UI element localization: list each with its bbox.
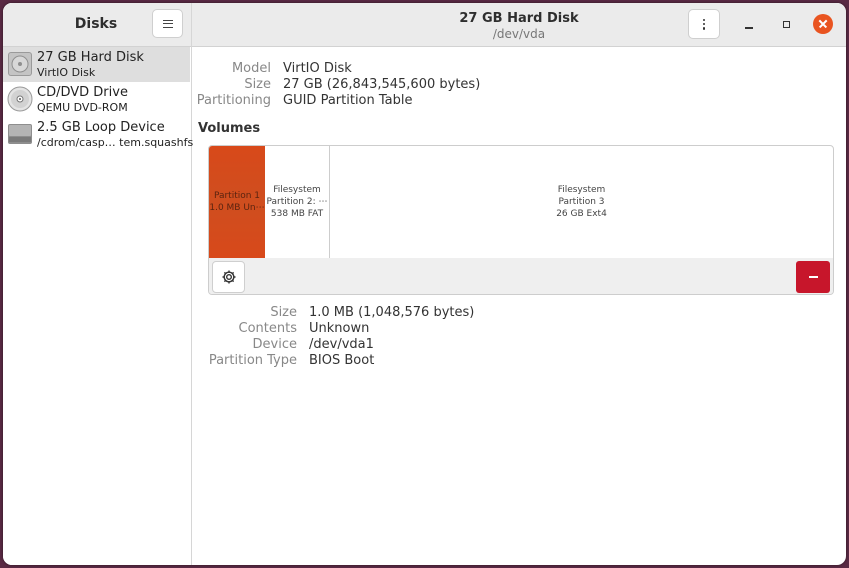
hamburger-icon [162, 19, 173, 28]
device-item-hard-disk[interactable]: 27 GB Hard Disk VirtIO Disk [3, 47, 190, 82]
partition-filesystem-label: Filesystem [557, 185, 606, 195]
partition-3[interactable]: Filesystem Partition 3 26 GB Ext4 [330, 146, 833, 258]
partition-filesystem-label: Filesystem [273, 185, 321, 195]
minimize-button[interactable] [739, 14, 759, 34]
model-value: VirtIO Disk [283, 61, 352, 76]
close-icon [813, 14, 833, 34]
volumes-map: Partition 1 1.0 MB Un⋯ Filesystem Partit… [208, 145, 834, 295]
app-menu-button[interactable] [152, 9, 183, 38]
maximize-button[interactable] [776, 14, 796, 34]
disk-model-row: Model VirtIO Disk [192, 61, 842, 77]
device-name: 27 GB Hard Disk [37, 50, 144, 65]
device-item-optical-drive[interactable]: CD/DVD Drive QEMU DVD-ROM [3, 82, 190, 117]
partitioning-value: GUID Partition Table [283, 93, 413, 108]
partition-bar: Partition 1 1.0 MB Un⋯ Filesystem Partit… [209, 146, 833, 259]
model-label: Model [231, 61, 271, 76]
partition-info: 26 GB Ext4 [556, 209, 607, 219]
close-button[interactable] [813, 14, 833, 34]
size-label: Size [270, 305, 297, 320]
main-panel: 27 GB Hard Disk /dev/vda Model VirtIO Di… [192, 3, 846, 565]
optical-disc-icon [7, 86, 33, 112]
minimize-icon [745, 27, 753, 29]
loop-device-icon [8, 124, 32, 144]
disks-window: Disks 27 GB Hard Disk VirtIO Disk CD/DVD… [3, 3, 846, 565]
partition-type-row: Partition Type BIOS Boot [192, 353, 842, 369]
device-description: QEMU DVD-ROM [37, 101, 128, 114]
size-value: 27 GB (26,843,545,600 bytes) [283, 77, 481, 92]
device-label: Device [252, 337, 297, 352]
hard-disk-icon [8, 52, 32, 76]
delete-partition-button[interactable] [796, 261, 830, 293]
minus-icon [808, 276, 818, 278]
device-item-loop-device[interactable]: 2.5 GB Loop Device /cdrom/casp… tem.squa… [3, 117, 194, 152]
device-value: /dev/vda1 [309, 337, 374, 352]
partition-1[interactable]: Partition 1 1.0 MB Un⋯ [209, 146, 265, 258]
volumes-heading: Volumes [198, 121, 261, 136]
maximize-icon [782, 20, 790, 28]
disk-size-row: Size 27 GB (26,843,545,600 bytes) [192, 77, 842, 93]
device-name: CD/DVD Drive [37, 85, 128, 100]
size-label: Size [244, 77, 271, 92]
partition-type-value: BIOS Boot [309, 353, 375, 368]
partition-2[interactable]: Filesystem Partition 2: ⋯ 538 MB FAT [265, 146, 330, 258]
partition-label: Partition 1 [213, 191, 261, 201]
partition-type-label: Partition Type [208, 353, 297, 368]
partition-device-row: Device /dev/vda1 [192, 337, 842, 353]
kebab-menu-icon [702, 18, 706, 30]
partition-info: 538 MB FAT [270, 209, 324, 219]
drive-menu-button[interactable] [688, 9, 720, 39]
partition-options-button[interactable] [212, 261, 245, 293]
partition-label: Partition 2: ⋯ [266, 197, 328, 207]
header-bar: 27 GB Hard Disk /dev/vda [192, 3, 846, 47]
device-name: 2.5 GB Loop Device [37, 120, 165, 135]
contents-value: Unknown [309, 321, 370, 336]
sidebar: Disks 27 GB Hard Disk VirtIO Disk CD/DVD… [3, 3, 194, 565]
partition-label: Partition 3 [558, 197, 605, 207]
device-list: 27 GB Hard Disk VirtIO Disk CD/DVD Drive… [3, 47, 194, 152]
contents-label: Contents [238, 321, 297, 336]
partition-info: 1.0 MB Un⋯ [209, 203, 265, 213]
volume-toolbar [209, 258, 833, 294]
device-description: VirtIO Disk [37, 66, 96, 79]
partition-size-row: Size 1.0 MB (1,048,576 bytes) [192, 305, 842, 321]
device-description: /cdrom/casp… tem.squashfs [37, 136, 194, 149]
partitioning-label: Partitioning [196, 93, 271, 108]
partition-contents-row: Contents Unknown [192, 321, 842, 337]
size-value: 1.0 MB (1,048,576 bytes) [309, 305, 475, 320]
sidebar-header: Disks [3, 3, 191, 47]
disk-partitioning-row: Partitioning GUID Partition Table [192, 93, 842, 109]
gear-icon [222, 270, 235, 284]
